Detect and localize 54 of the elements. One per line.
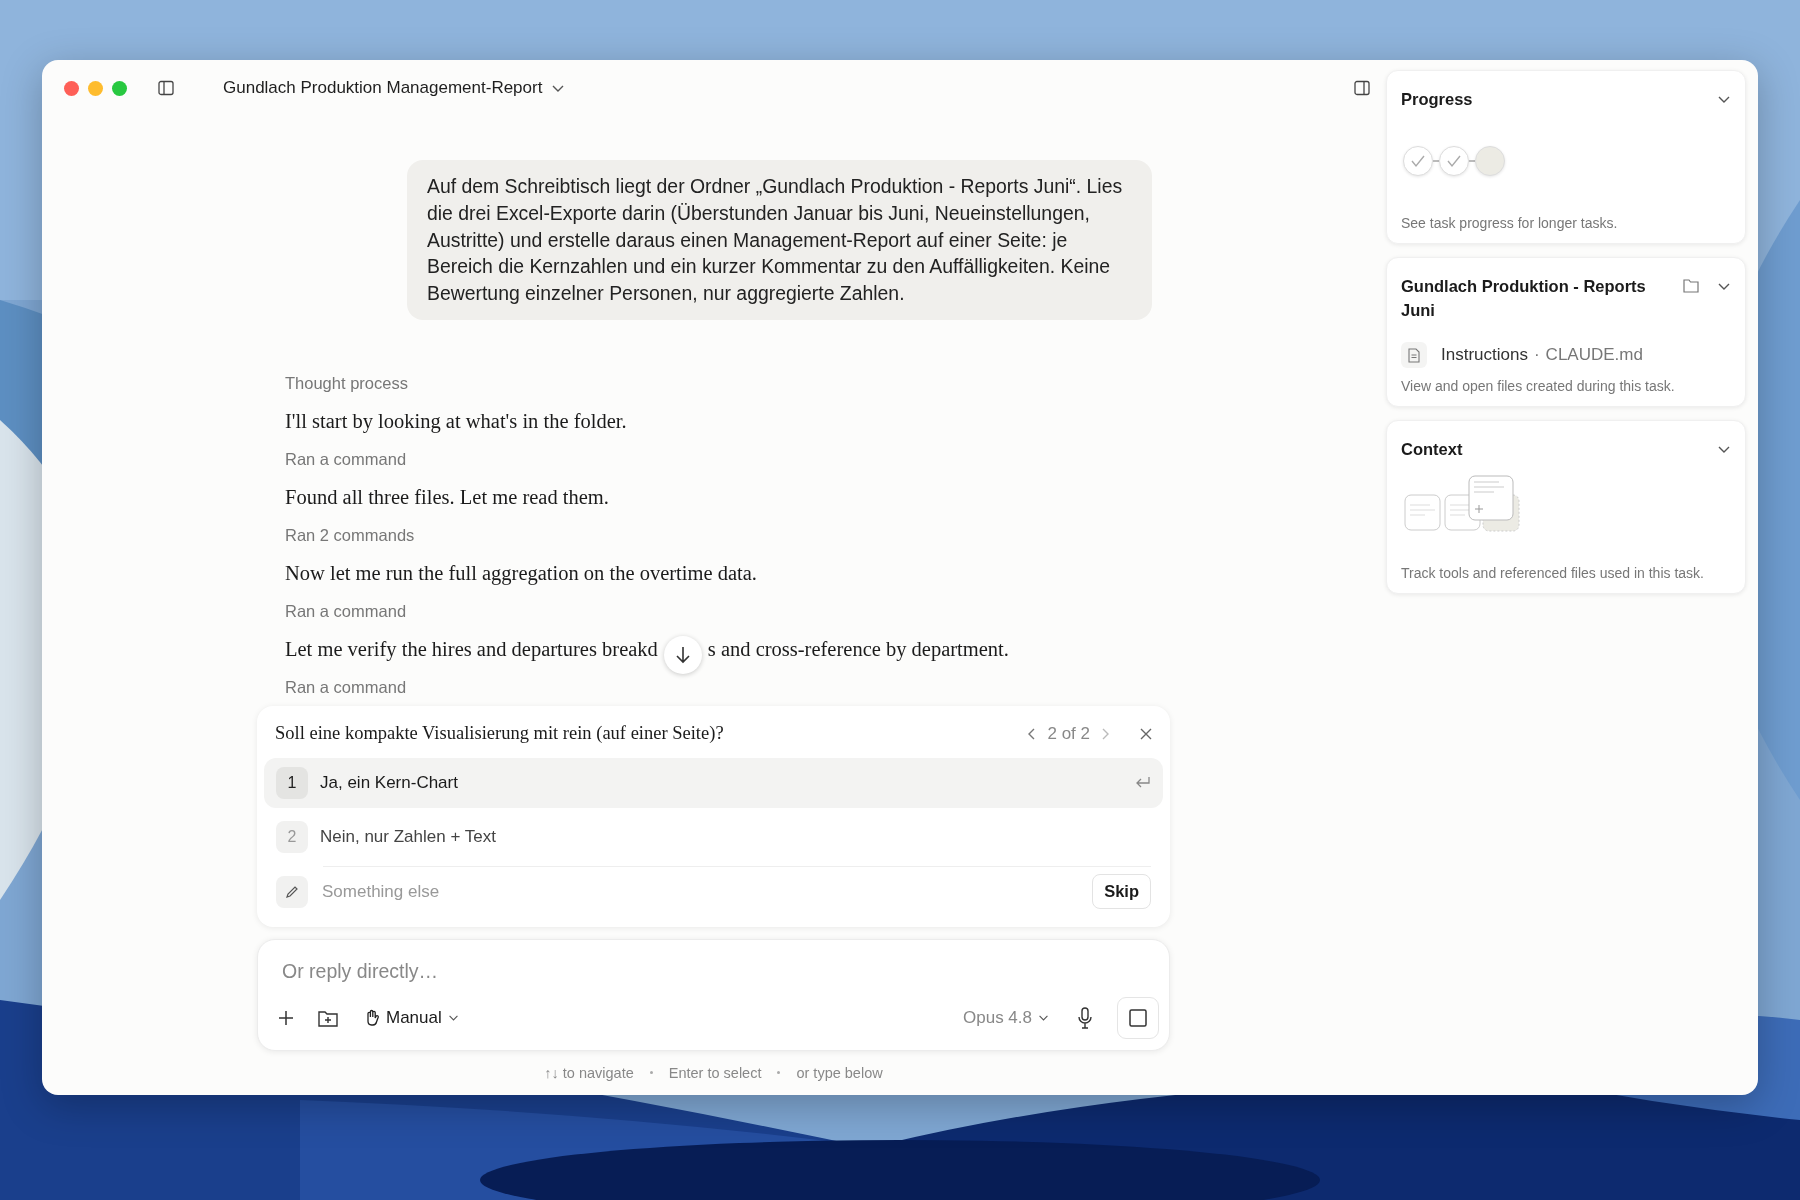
folder-plus-icon [318,1009,338,1027]
microphone-icon[interactable] [1077,1007,1093,1029]
step-label[interactable]: Ran 2 commands [285,516,1170,554]
panel-toggle-icon[interactable] [1354,80,1370,96]
assistant-message: Now let me run the full aggregation on the overtime data. [285,561,758,587]
step-label[interactable]: Ran a command [285,440,1170,478]
arrow-down-icon [674,646,691,664]
separator-dot: · [1533,345,1540,365]
keyboard-hint: or type below [796,1065,883,1081]
keyboard-hint: Enter to select [668,1065,762,1081]
option-number: 2 [276,821,308,853]
option-number: 1 [276,767,308,799]
document-icon [1408,347,1420,363]
card-title: Context [1401,439,1464,460]
close-button[interactable] [64,80,79,96]
sidebar-toggle-icon[interactable] [158,80,174,96]
option-label: Ja, ein Kern-Chart [320,773,459,793]
step-label[interactable]: Thought process [285,364,1170,402]
assistant-message: Found all three files. Let me read them. [285,485,610,510]
question-text: Soll eine kompakte Visualisierung mit rein (auf einer Seite)? [275,723,725,745]
card-title: Gundlach Produktion - Reports Juni [1401,276,1647,321]
assistant-message: s and cross-reference by department. [707,637,1009,663]
answer-option[interactable]: 2 Nein, nur Zahlen + Text [264,812,1163,862]
pencil-icon [285,885,299,899]
mode-selector[interactable]: Manual [360,1004,463,1032]
page-counter: 2 of 2 [1047,724,1090,744]
enter-key-icon [1135,776,1151,790]
reply-field[interactable]: Or reply directly… [268,956,896,988]
window-title: Gundlach Produktion Management-Report [223,78,543,98]
plus-icon [278,1010,294,1026]
file-name: CLAUDE.md [1545,345,1643,365]
assistant-message: Let me verify the hires and departures breakd [285,637,658,663]
keyboard-hint: ↑↓ to navigate [544,1065,634,1081]
scroll-down-button[interactable] [663,636,702,674]
hand-icon [364,1009,380,1027]
card-title: Progress [1401,89,1474,110]
folder-icon[interactable] [1683,279,1699,293]
step-label[interactable]: Ran a command [285,592,1170,630]
close-icon[interactable] [1140,728,1152,740]
answer-option[interactable]: 1 Ja, ein Kern-Chart [264,758,1163,808]
file-item[interactable]: Instructions · CLAUDE.md [1401,342,1731,368]
stop-button[interactable] [1117,997,1159,1039]
card-caption: Track tools and referenced files used in this task. [1401,565,1705,581]
assistant-message: I'll start by looking at what's in the folder. [285,409,628,435]
option-label: Nein, nur Zahlen + Text [320,827,497,847]
card-caption: See task progress for longer tasks. [1401,215,1619,231]
skip-button[interactable]: Skip [1092,874,1151,910]
file-label: Instructions [1441,345,1528,365]
model-selector[interactable]: Opus 4.8 [963,1008,1049,1028]
step-label[interactable]: Ran a command [285,668,1170,706]
other-answer-field[interactable]: Something else [320,881,1081,903]
user-message: Auf dem Schreibtisch liegt der Ordner „Gundlach Produktion - Reports Juni“. Lies die drei Excel-Exporte darin (Überstunden Januar bis Juni, Neueinstellungen, Austritte) und erstelle daraus einen Management-Report auf einer Seite: je Bereich die Kernzahlen und ein kurzer Kommentar zu den Auffälligkeiten. Keine Bewertung einzelner Personen, nur aggregierte Zahlen. [407,160,1152,320]
square-icon [1129,1009,1147,1027]
card-caption: View and open files created during this task. [1401,378,1676,394]
